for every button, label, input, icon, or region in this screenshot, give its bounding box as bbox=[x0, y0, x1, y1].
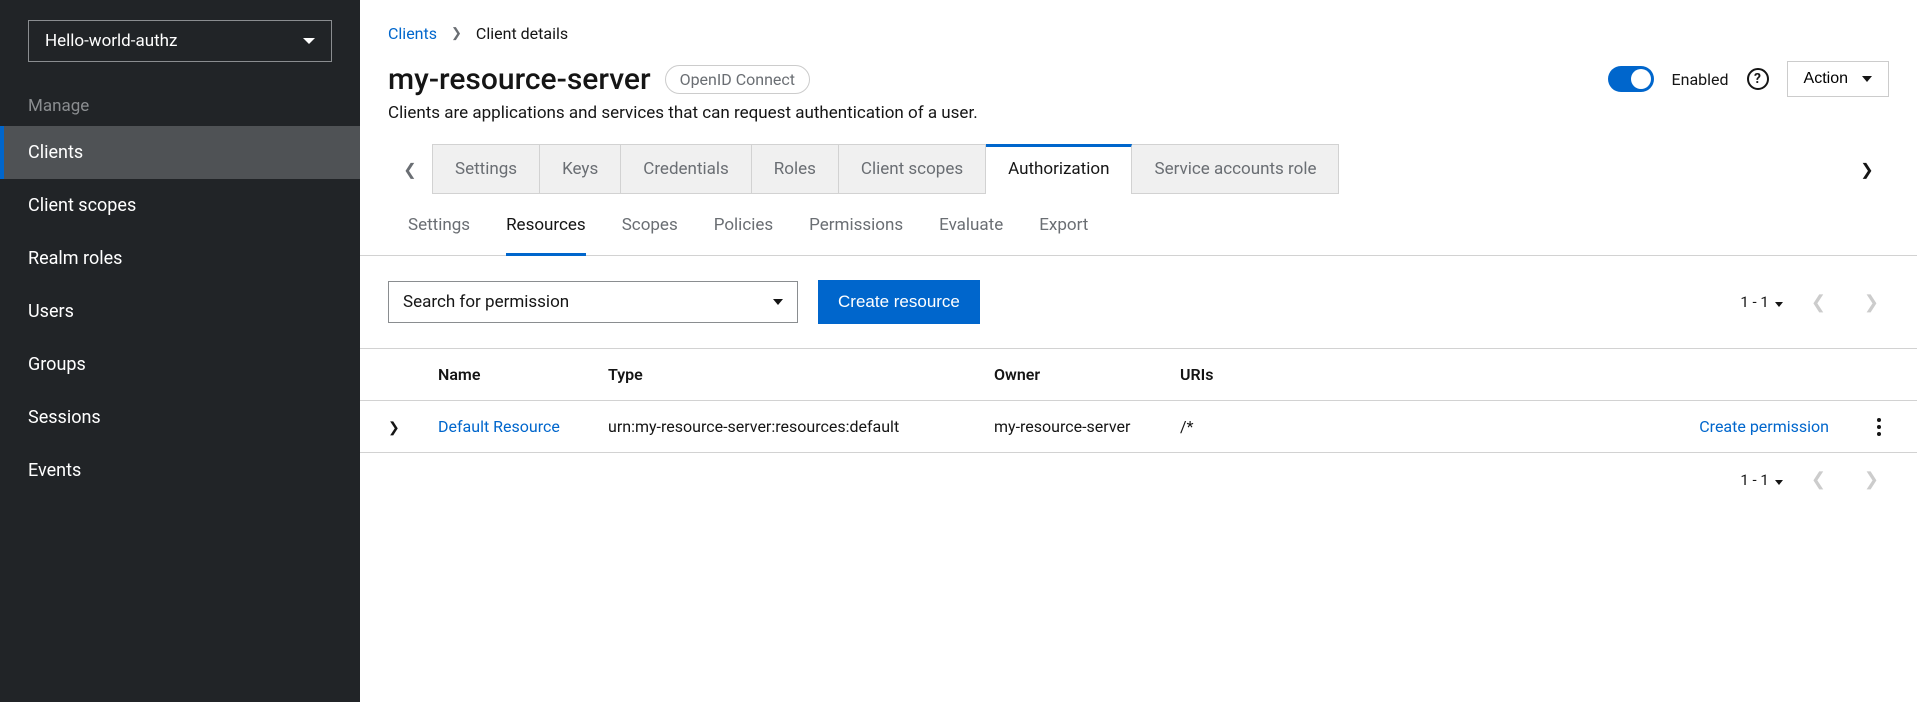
tab-roles[interactable]: Roles bbox=[752, 144, 839, 194]
th-uris: URIs bbox=[1180, 365, 1306, 384]
tab-scroll-right[interactable]: ❯ bbox=[1845, 143, 1889, 195]
enabled-toggle[interactable] bbox=[1608, 66, 1654, 92]
tab-authorization[interactable]: Authorization bbox=[986, 144, 1132, 194]
sidebar-item-groups[interactable]: Groups bbox=[0, 338, 360, 391]
search-dropdown[interactable]: Search for permission bbox=[388, 281, 798, 323]
create-permission-link[interactable]: Create permission bbox=[1699, 417, 1829, 436]
nav-section-title: Manage bbox=[0, 86, 360, 126]
action-label: Action bbox=[1804, 70, 1848, 88]
resources-toolbar: Search for permission Create resource 1 … bbox=[360, 256, 1917, 348]
resource-type: urn:my-resource-server:resources:default bbox=[608, 417, 994, 436]
subtab-export[interactable]: Export bbox=[1039, 207, 1088, 243]
chevron-down-icon bbox=[1775, 302, 1783, 307]
tab-settings[interactable]: Settings bbox=[433, 144, 540, 194]
help-icon[interactable]: ? bbox=[1747, 68, 1769, 90]
chevron-down-icon bbox=[1862, 76, 1872, 82]
search-placeholder: Search for permission bbox=[403, 292, 569, 312]
table-header-row: Name Type Owner URIs bbox=[360, 348, 1917, 401]
pagination-bottom-container: 1 - 1 ❮ ❯ bbox=[360, 453, 1917, 506]
pagination-bottom: 1 - 1 ❮ ❯ bbox=[1740, 469, 1889, 490]
sidebar-item-sessions[interactable]: Sessions bbox=[0, 391, 360, 444]
row-kebab-menu[interactable] bbox=[1869, 418, 1889, 436]
breadcrumb-clients[interactable]: Clients bbox=[388, 24, 437, 43]
subtab-evaluate[interactable]: Evaluate bbox=[939, 207, 1003, 243]
sidebar-item-users[interactable]: Users bbox=[0, 285, 360, 338]
page-header: my-resource-server OpenID Connect Enable… bbox=[360, 43, 1917, 101]
sidebar-item-clients[interactable]: Clients bbox=[0, 126, 360, 179]
subtab-settings[interactable]: Settings bbox=[408, 207, 470, 243]
pagination-next[interactable]: ❯ bbox=[1854, 469, 1889, 490]
pagination-top: 1 - 1 ❮ ❯ bbox=[1740, 292, 1889, 313]
expand-row-icon[interactable]: ❯ bbox=[388, 420, 400, 436]
th-type: Type bbox=[608, 365, 994, 384]
main-tabs: ❮ Settings Keys Credentials Roles Client… bbox=[360, 143, 1917, 195]
main-content: Clients ❯ Client details my-resource-ser… bbox=[360, 0, 1917, 702]
chevron-down-icon bbox=[773, 299, 783, 305]
subtab-resources[interactable]: Resources bbox=[506, 207, 586, 256]
page-subtitle: Clients are applications and services th… bbox=[360, 101, 1917, 143]
sidebar-item-realm-roles[interactable]: Realm roles bbox=[0, 232, 360, 285]
resource-owner: my-resource-server bbox=[994, 417, 1180, 436]
page-title: my-resource-server bbox=[388, 62, 651, 97]
subtab-permissions[interactable]: Permissions bbox=[809, 207, 903, 243]
resource-uris: /* bbox=[1180, 417, 1306, 436]
tab-scroll-left[interactable]: ❮ bbox=[388, 143, 432, 195]
pagination-prev[interactable]: ❮ bbox=[1801, 469, 1836, 490]
action-dropdown[interactable]: Action bbox=[1787, 61, 1889, 97]
tab-client-scopes[interactable]: Client scopes bbox=[839, 144, 986, 194]
breadcrumb-current: Client details bbox=[476, 24, 568, 43]
chevron-right-icon: ❯ bbox=[451, 26, 462, 41]
subtab-scopes[interactable]: Scopes bbox=[622, 207, 678, 243]
chevron-down-icon bbox=[1775, 480, 1783, 485]
header-actions: Enabled ? Action bbox=[1608, 61, 1889, 97]
tab-credentials[interactable]: Credentials bbox=[621, 144, 752, 194]
resource-name-link[interactable]: Default Resource bbox=[438, 417, 560, 436]
breadcrumb: Clients ❯ Client details bbox=[360, 0, 1917, 43]
tab-service-accounts[interactable]: Service accounts role bbox=[1132, 144, 1339, 194]
protocol-badge: OpenID Connect bbox=[665, 65, 810, 94]
sidebar-item-events[interactable]: Events bbox=[0, 444, 360, 497]
pagination-range[interactable]: 1 - 1 bbox=[1740, 293, 1782, 311]
create-resource-button[interactable]: Create resource bbox=[818, 280, 980, 324]
tab-keys[interactable]: Keys bbox=[540, 144, 621, 194]
chevron-down-icon bbox=[303, 38, 315, 44]
sidebar-item-client-scopes[interactable]: Client scopes bbox=[0, 179, 360, 232]
th-name: Name bbox=[438, 365, 608, 384]
enabled-label: Enabled bbox=[1672, 70, 1729, 89]
pagination-prev[interactable]: ❮ bbox=[1801, 292, 1836, 313]
th-owner: Owner bbox=[994, 365, 1180, 384]
authorization-subtabs: Settings Resources Scopes Policies Permi… bbox=[360, 195, 1917, 256]
table-row: ❯ Default Resource urn:my-resource-serve… bbox=[360, 401, 1917, 453]
realm-selector[interactable]: Hello-world-authz bbox=[28, 20, 332, 62]
resources-table: Name Type Owner URIs ❯ Default Resource … bbox=[360, 348, 1917, 453]
tab-container: Settings Keys Credentials Roles Client s… bbox=[432, 144, 1845, 194]
pagination-range[interactable]: 1 - 1 bbox=[1740, 471, 1782, 489]
realm-name: Hello-world-authz bbox=[45, 31, 177, 51]
subtab-policies[interactable]: Policies bbox=[714, 207, 773, 243]
sidebar: Hello-world-authz Manage Clients Client … bbox=[0, 0, 360, 702]
pagination-next[interactable]: ❯ bbox=[1854, 292, 1889, 313]
